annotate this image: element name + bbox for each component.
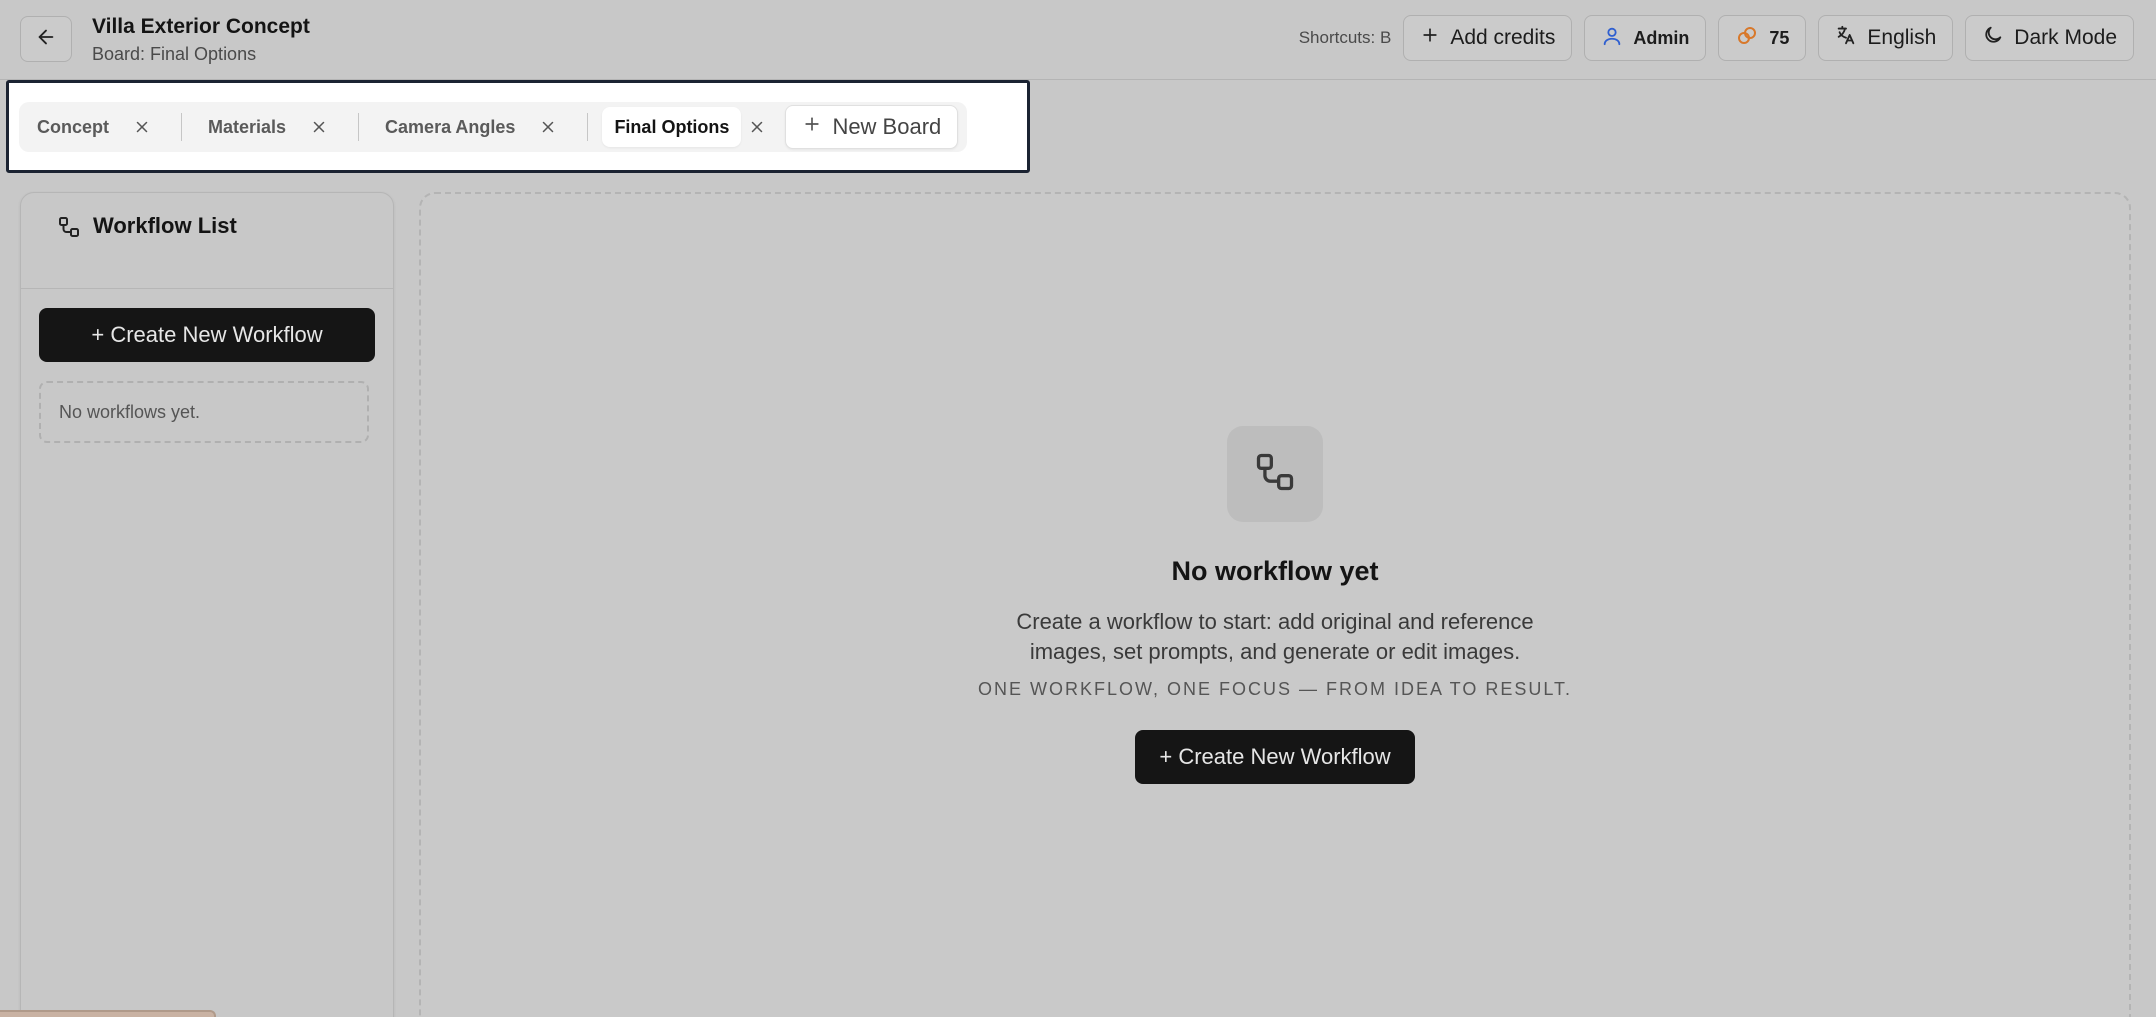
tab-divider (181, 113, 182, 141)
create-workflow-button[interactable]: + Create New Workflow (1135, 730, 1415, 784)
user-label: Admin (1633, 27, 1690, 48)
workflow-icon (1253, 450, 1297, 499)
empty-state-title: No workflow yet (1171, 556, 1379, 586)
close-icon[interactable] (741, 107, 773, 147)
project-title-block: Villa Exterior Concept Board: Final Opti… (92, 14, 310, 66)
workflow-list-header: Workflow List (21, 193, 393, 289)
app-root: Villa Exterior Concept Board: Final Opti… (0, 0, 2156, 1017)
plus-icon (1420, 25, 1440, 51)
tab-label: Concept (37, 116, 109, 137)
empty-state-icon-box (1227, 426, 1323, 522)
new-board-label: New Board (832, 114, 942, 139)
shortcuts-hint: Shortcuts: B (1298, 28, 1392, 47)
credits-button[interactable]: 75 (1718, 15, 1807, 61)
tab-divider (587, 113, 589, 141)
workflow-list-title: Workflow List (93, 213, 237, 238)
project-title: Villa Exterior Concept (92, 15, 310, 38)
tab-materials[interactable]: Materials (196, 107, 344, 147)
user-button[interactable]: Admin (1584, 15, 1707, 61)
add-credits-button[interactable]: Add credits (1403, 15, 1573, 61)
workflow-list-panel: Workflow List + Create New Workflow No w… (20, 192, 394, 1017)
workflow-list-empty: No workflows yet. (39, 381, 369, 443)
close-icon[interactable] (129, 114, 155, 140)
close-icon[interactable] (306, 114, 332, 140)
tab-label: Final Options (614, 116, 730, 137)
coins-icon (1735, 24, 1759, 53)
empty-state-tagline: ONE WORKFLOW, ONE FOCUS — FROM IDEA TO R… (977, 679, 1573, 699)
new-board-button[interactable]: New Board (785, 105, 959, 149)
back-button[interactable] (20, 16, 72, 62)
tab-label: Camera Angles (385, 116, 516, 137)
board-subtitle: Board: Final Options (92, 44, 257, 64)
board-tabs-container: Concept Materials Camera Angles Final Op… (6, 80, 1030, 173)
dark-mode-label: Dark Mode (2014, 26, 2117, 49)
tab-camera-angles[interactable]: Camera Angles (373, 107, 573, 147)
translate-icon (1835, 24, 1857, 52)
tab-label: Materials (208, 116, 287, 137)
arrow-left-icon (35, 26, 57, 53)
tab-concept[interactable]: Concept (25, 107, 167, 147)
language-button[interactable]: English (1818, 15, 1954, 61)
tab-final-options[interactable]: Final Options (602, 107, 742, 147)
top-header: Villa Exterior Concept Board: Final Opti… (0, 0, 2156, 80)
workflow-canvas: No workflow yet Create a workflow to sta… (419, 192, 2131, 1017)
tab-divider (358, 113, 360, 141)
moon-icon (1982, 24, 2004, 52)
language-label: English (1867, 26, 1937, 49)
workflow-icon (57, 215, 81, 244)
credits-count: 75 (1769, 27, 1790, 48)
toast-edge (0, 1010, 216, 1017)
add-credits-label: Add credits (1450, 26, 1556, 49)
user-icon (1601, 25, 1623, 52)
close-icon[interactable] (535, 114, 561, 140)
board-tabs: Concept Materials Camera Angles Final Op… (19, 102, 967, 152)
plus-icon (802, 114, 822, 140)
create-workflow-button[interactable]: + Create New Workflow (39, 308, 375, 362)
empty-state-description: Create a workflow to start: add original… (1016, 609, 1534, 664)
header-actions: Shortcuts: B Add credits Admin 75 Englis… (1299, 15, 2134, 61)
dark-mode-button[interactable]: Dark Mode (1965, 15, 2134, 61)
empty-state: No workflow yet Create a workflow to sta… (421, 426, 2129, 784)
